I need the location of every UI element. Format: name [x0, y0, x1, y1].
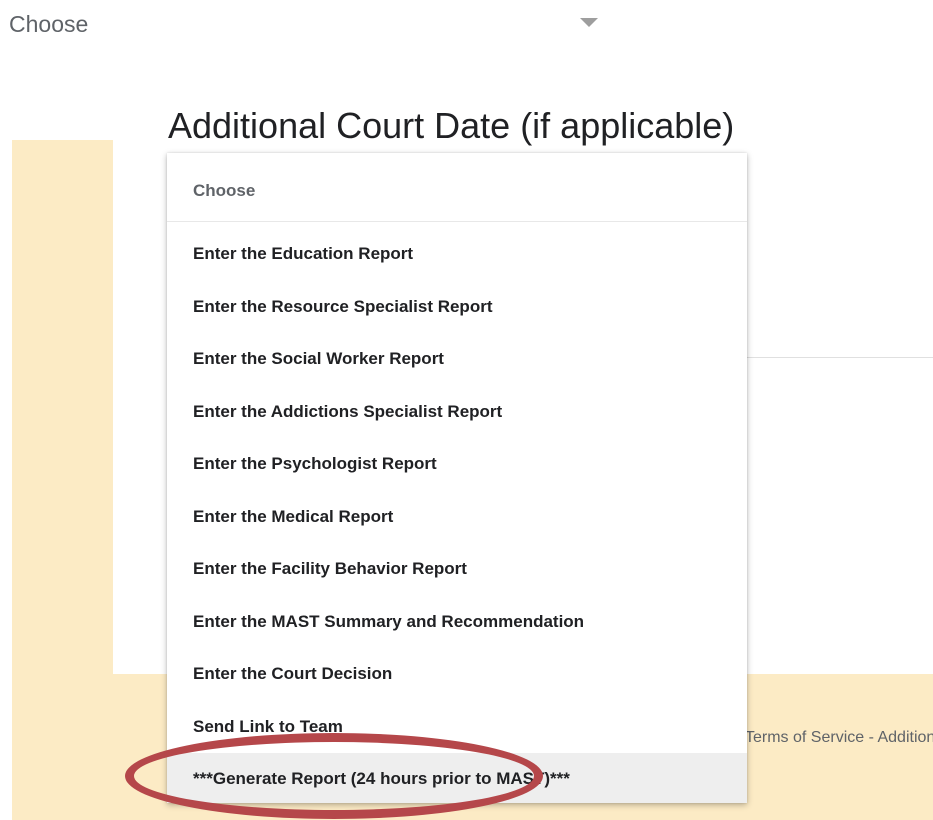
menu-option[interactable]: Enter the Psychologist Report [167, 438, 747, 491]
dropdown-selected-value: Choose [9, 11, 89, 37]
menu-option-generate-report[interactable]: ***Generate Report (24 hours prior to MA… [167, 753, 747, 803]
card-divider [747, 357, 933, 358]
menu-option-label: Choose [193, 181, 256, 200]
menu-option[interactable]: Send Link to Team [167, 701, 747, 754]
caret-down-icon[interactable] [580, 18, 598, 27]
report-type-dropdown[interactable]: Choose [0, 0, 620, 52]
menu-option-choose[interactable]: Choose [167, 153, 747, 222]
menu-option[interactable]: Enter the Addictions Specialist Report [167, 386, 747, 439]
menu-option[interactable]: Enter the MAST Summary and Recommendatio… [167, 596, 747, 649]
dropdown-menu: Choose Enter the Education Report Enter … [167, 153, 747, 803]
footer-links[interactable]: Terms of Service - Additional Terms [745, 729, 933, 747]
page: Choose Additional Court Date (if applica… [0, 0, 933, 820]
menu-option[interactable]: Enter the Medical Report [167, 491, 747, 544]
menu-option[interactable]: Enter the Education Report [167, 228, 747, 281]
menu-option[interactable]: Enter the Facility Behavior Report [167, 543, 747, 596]
menu-options-list: Enter the Education Report Enter the Res… [167, 228, 747, 803]
menu-option[interactable]: Enter the Resource Specialist Report [167, 281, 747, 334]
menu-option[interactable]: Enter the Social Worker Report [167, 333, 747, 386]
menu-option[interactable]: Enter the Court Decision [167, 648, 747, 701]
question-title: Additional Court Date (if applicable) [168, 105, 735, 146]
